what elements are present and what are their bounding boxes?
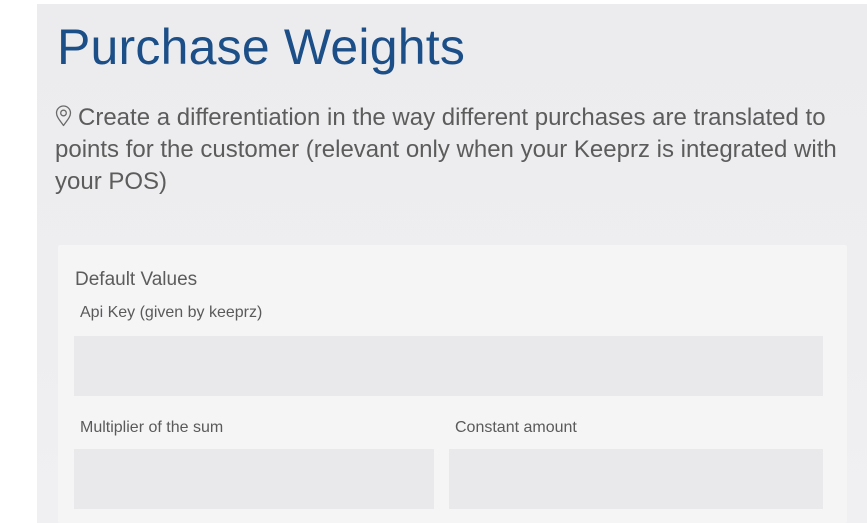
location-pin-icon bbox=[55, 105, 72, 127]
constant-amount-input[interactable] bbox=[449, 449, 823, 509]
default-values-card: Default Values Api Key (given by keeprz)… bbox=[58, 245, 847, 523]
page-description: Create a differentiation in the way diff… bbox=[55, 102, 855, 198]
multiplier-label: Multiplier of the sum bbox=[80, 419, 224, 436]
page-title: Purchase Weights bbox=[57, 19, 466, 75]
multiplier-input[interactable] bbox=[74, 449, 434, 509]
constant-amount-label: Constant amount bbox=[455, 419, 577, 436]
api-key-input[interactable] bbox=[74, 336, 823, 396]
page-description-text: Create a differentiation in the way diff… bbox=[55, 104, 837, 195]
api-key-label: Api Key (given by keeprz) bbox=[80, 304, 263, 321]
section-title: Default Values bbox=[75, 269, 198, 290]
purchase-weights-panel: Purchase Weights Create a differentiatio… bbox=[37, 4, 867, 523]
